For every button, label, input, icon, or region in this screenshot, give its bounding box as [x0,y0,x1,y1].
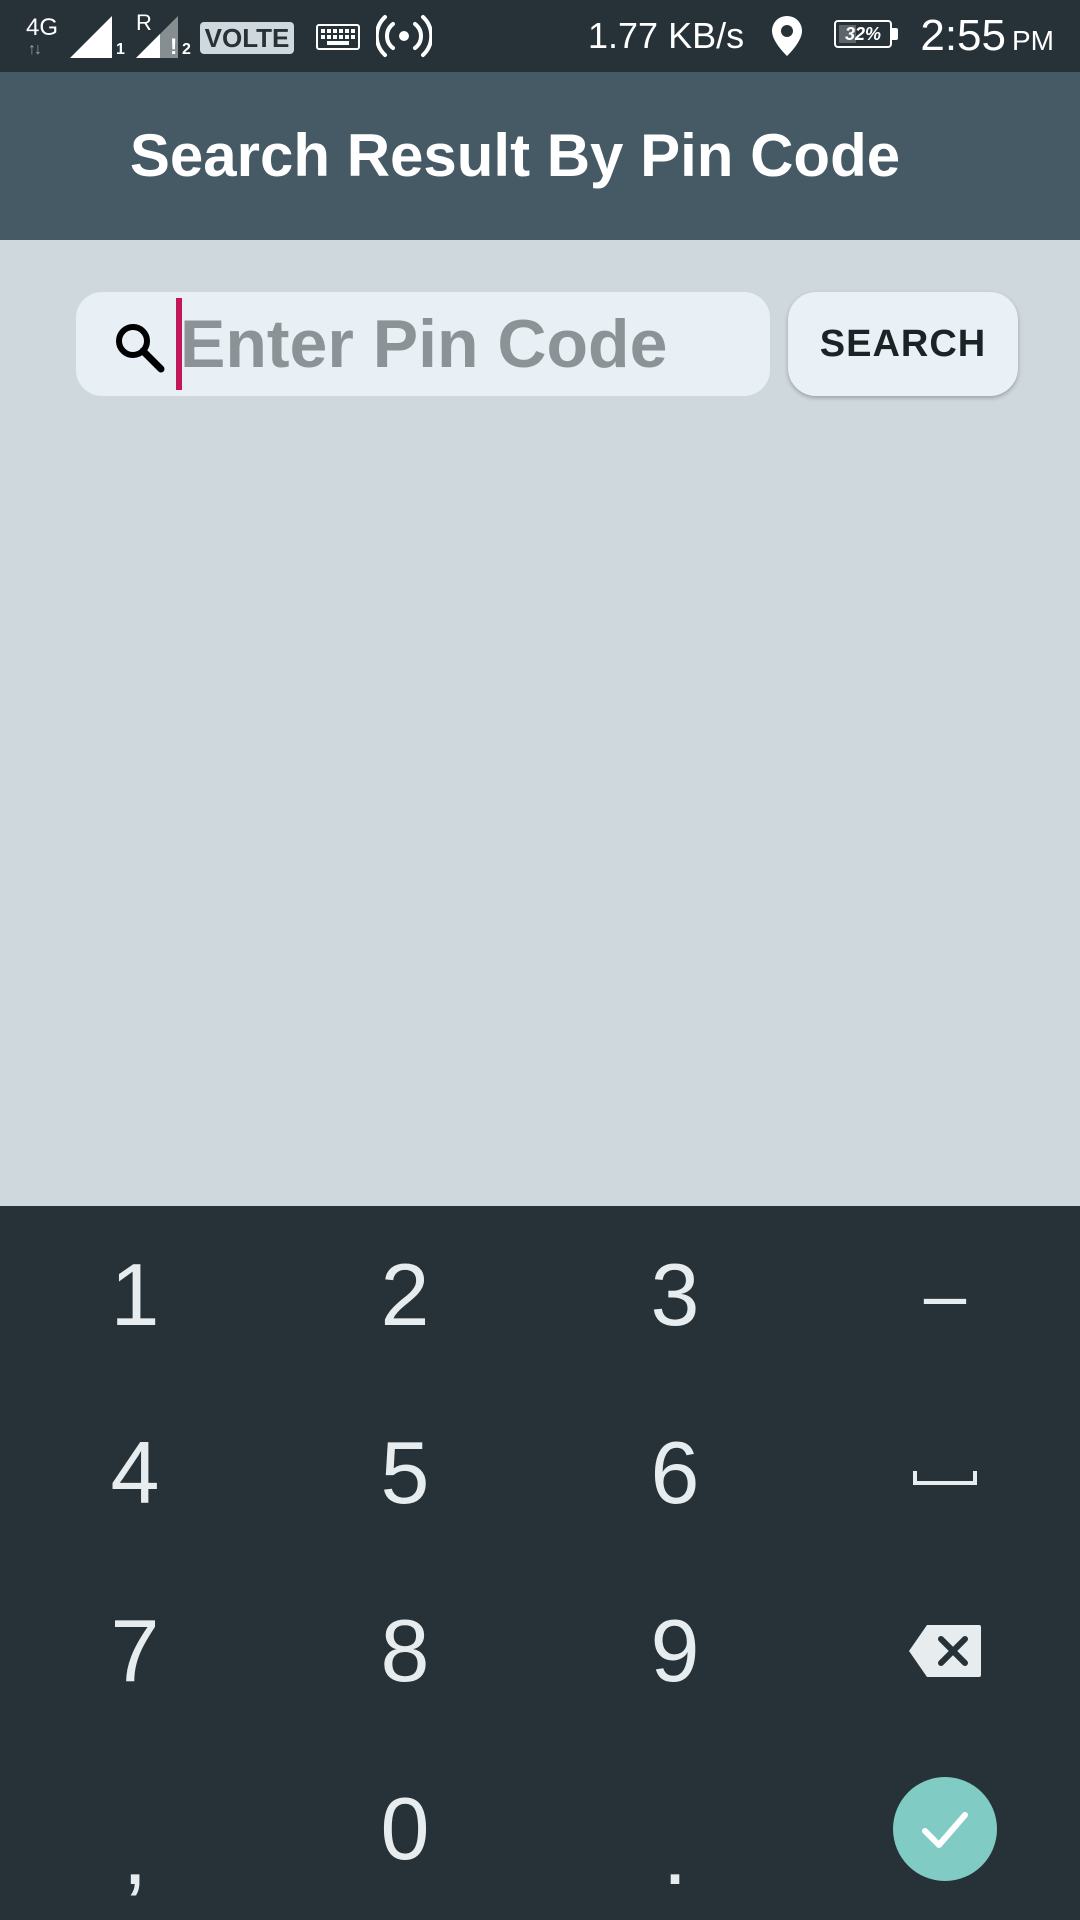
sim2-signal: R ! 2 [134,10,194,60]
sim2-index: 2 [182,41,191,58]
page-title: Search Result By Pin Code [129,122,901,189]
numeric-keyboard: 1 2 3 – 4 5 6 7 8 9 , 0 . [0,1206,1080,1920]
checkmark-icon [922,1812,968,1848]
battery-indicator: 32% [834,20,900,52]
network-type-indicator: 4G ↑↓ [22,12,62,60]
clock: 2:55 PM [920,10,1054,67]
sim1-index: 1 [116,41,125,58]
keyboard-icon [316,24,360,50]
data-activity-icon: ↑↓ [28,41,42,58]
done-key[interactable] [810,1740,1080,1918]
key-7[interactable]: 7 [0,1562,270,1740]
key-2[interactable]: 2 [270,1206,540,1384]
pin-code-input[interactable] [180,302,750,386]
roaming-indicator: R [136,10,152,35]
key-6[interactable]: 6 [540,1384,810,1562]
key-label: 1 [110,1245,160,1344]
key-4[interactable]: 4 [0,1384,270,1562]
key-label: . [662,1803,688,1904]
key-label: , [122,1803,148,1904]
key-0[interactable]: 0 [270,1740,540,1918]
key-comma[interactable]: , [0,1740,270,1918]
search-field[interactable] [76,292,770,396]
key-label: 5 [380,1423,430,1522]
sim1-signal: 1 [68,14,128,60]
key-space[interactable] [810,1384,1080,1562]
key-label: 7 [110,1601,160,1700]
key-9[interactable]: 9 [540,1562,810,1740]
search-icon [116,324,165,373]
key-label: 6 [650,1423,700,1522]
key-3[interactable]: 3 [540,1206,810,1384]
key-label: 8 [380,1601,430,1700]
key-8[interactable]: 8 [270,1562,540,1740]
network-type-label: 4G [26,14,59,41]
network-speed: 1.77 KB/s [588,15,745,56]
key-label: 2 [380,1245,430,1344]
key-dash[interactable]: – [810,1206,1080,1384]
key-label: – [923,1252,967,1338]
key-label: 4 [110,1423,160,1522]
space-icon [913,1471,977,1485]
key-backspace[interactable] [810,1562,1080,1740]
key-label: 9 [650,1601,700,1700]
clock-time: 2:55 [920,11,1006,60]
backspace-icon [909,1625,981,1677]
key-label: 0 [380,1779,430,1878]
clock-ampm: PM [1012,25,1054,56]
key-1[interactable]: 1 [0,1206,270,1384]
search-button[interactable]: SEARCH [788,292,1018,396]
volte-badge: VOLTE [200,22,294,54]
location-icon [772,16,802,56]
app-bar: Search Result By Pin Code [0,72,1080,240]
key-label: 3 [650,1245,700,1344]
key-period[interactable]: . [540,1740,810,1918]
key-5[interactable]: 5 [270,1384,540,1562]
hotspot-icon [376,15,432,57]
signal-strength-icon [70,16,112,58]
battery-tip [892,28,898,40]
done-button[interactable] [893,1777,997,1881]
no-signal-alert-icon: ! [170,34,178,59]
status-bar: 4G ↑↓ 1 R ! 2 VOLTE 1.77 KB/s 32% 2:55 P… [0,0,1080,72]
battery-percent: 32% [844,24,882,44]
